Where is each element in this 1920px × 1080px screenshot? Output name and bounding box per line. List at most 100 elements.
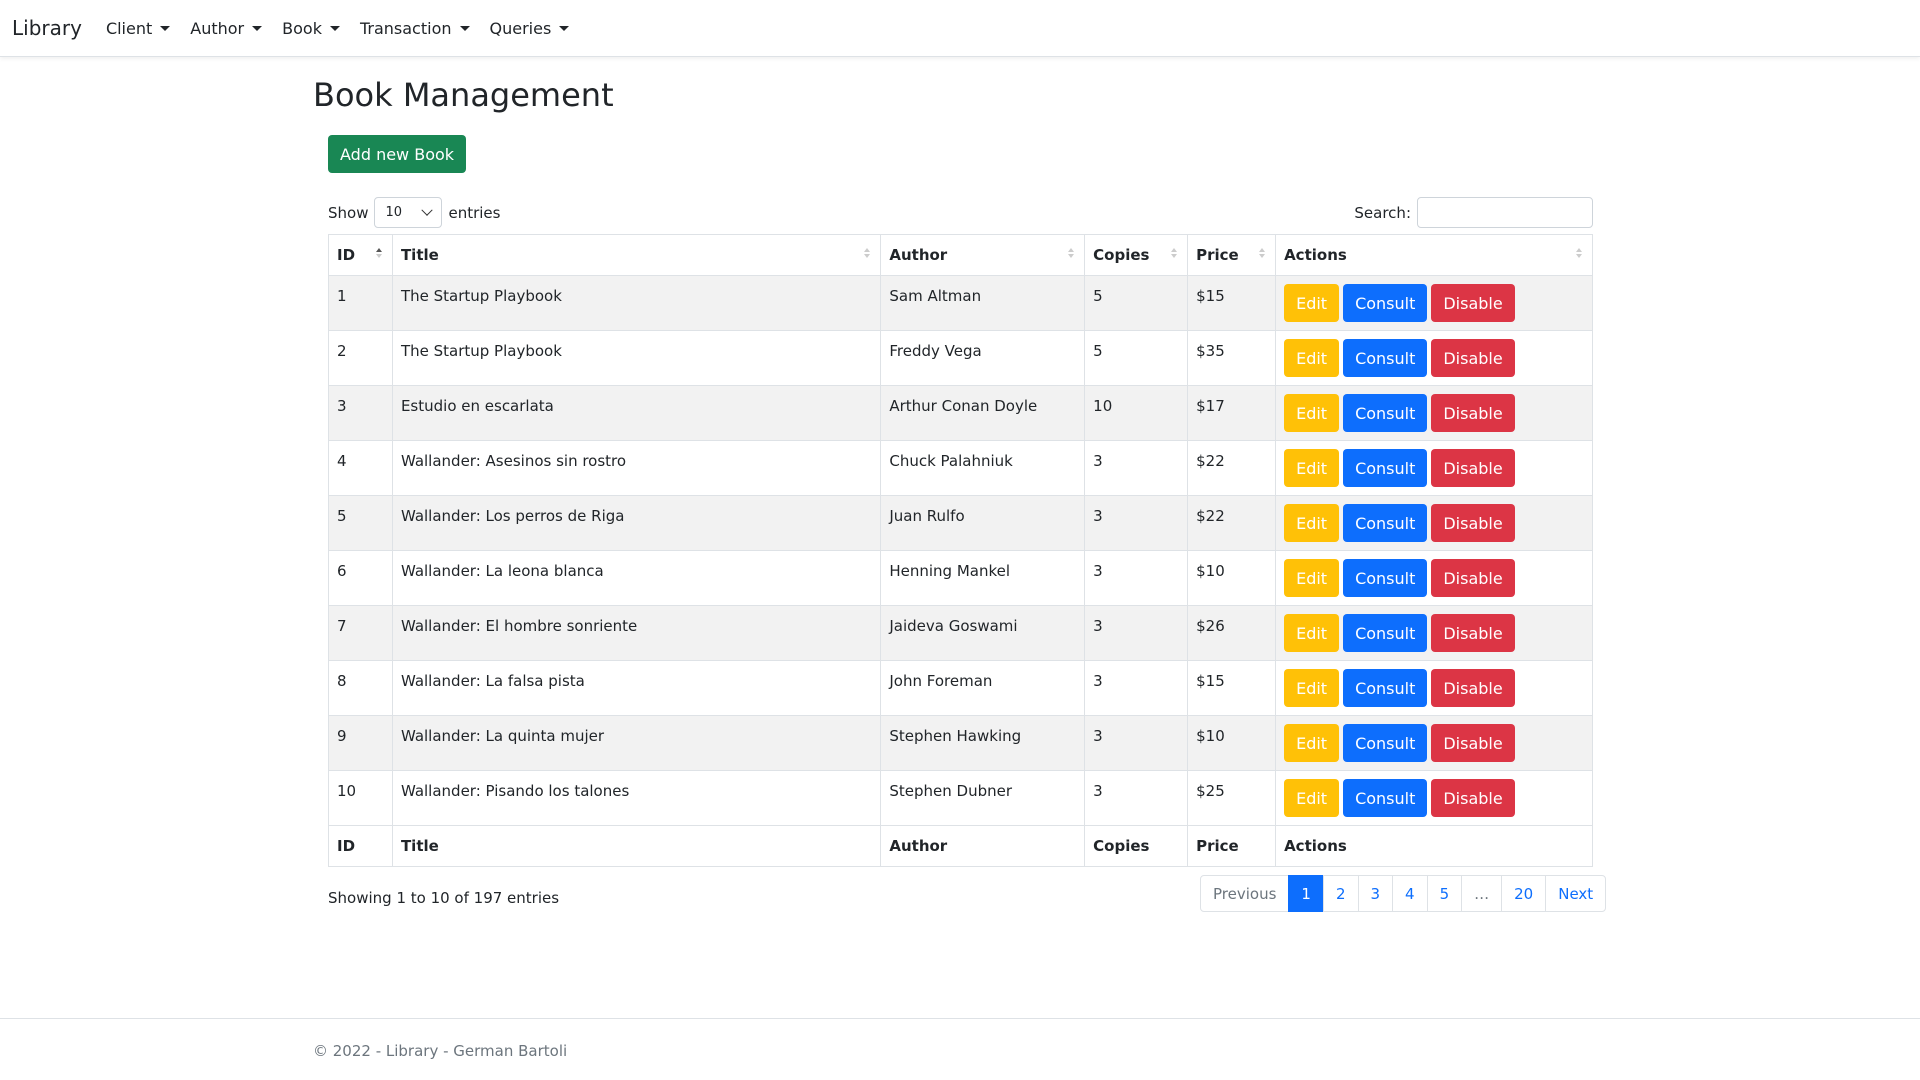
nav-client-dropdown[interactable]: Client — [106, 19, 171, 38]
cell-title: Wallander: La falsa pista — [391, 660, 882, 716]
col-header-author[interactable]: Author — [880, 234, 1086, 276]
col-header-label: Author — [889, 246, 948, 264]
cell-id: 5 — [328, 495, 393, 551]
col-header-id[interactable]: ID — [328, 234, 393, 276]
consult-button[interactable]: Consult — [1343, 449, 1428, 487]
cell-actions: Edit Consult Disable — [1275, 660, 1593, 716]
cell-id: 8 — [328, 660, 393, 716]
cell-copies: 3 — [1084, 550, 1189, 606]
cell-title: Wallander: La quinta mujer — [391, 715, 882, 771]
disable-button[interactable]: Disable — [1431, 559, 1515, 597]
cell-price: $22 — [1187, 440, 1277, 496]
table-row: 7 Wallander: El hombre sonriente Jaideva G… — [328, 605, 1593, 661]
main-content: Book Management Add new Book Show 10 ent… — [313, 57, 1607, 912]
pagination-ellipsis: … — [1461, 875, 1503, 912]
cell-actions: Edit Consult Disable — [1275, 550, 1593, 606]
col-footer-author: Author — [880, 825, 1086, 867]
disable-button[interactable]: Disable — [1431, 724, 1515, 762]
edit-button[interactable]: Edit — [1284, 394, 1340, 432]
table-row: 2 The Startup Playbook Freddy Vega 5 $35 Edit… — [328, 330, 1593, 386]
cell-price: $35 — [1187, 330, 1277, 386]
col-header-price[interactable]: Price — [1187, 234, 1277, 276]
edit-button[interactable]: Edit — [1284, 449, 1340, 487]
table-row: 4 Wallander: Asesinos sin rostro Chuck Pal… — [328, 440, 1593, 496]
col-header-title[interactable]: Title — [391, 234, 882, 276]
disable-button[interactable]: Disable — [1431, 779, 1515, 817]
chevron-down-icon — [421, 204, 434, 216]
books-table: ID Title Author Copies Price Actions 1 Th… — [328, 234, 1593, 867]
disable-button[interactable]: Disable — [1431, 394, 1515, 432]
edit-button[interactable]: Edit — [1284, 504, 1340, 542]
sort-icon — [375, 248, 382, 258]
pagination-page-20[interactable]: 20 — [1501, 875, 1547, 912]
edit-button[interactable]: Edit — [1284, 284, 1340, 322]
col-header-label: Title — [400, 246, 439, 264]
disable-button[interactable]: Disable — [1431, 339, 1515, 377]
consult-button[interactable]: Consult — [1343, 724, 1428, 762]
cell-title: Wallander: Pisando los talones — [391, 770, 882, 826]
disable-button[interactable]: Disable — [1431, 669, 1515, 707]
pagination-page-3[interactable]: 3 — [1357, 875, 1394, 912]
cell-title: Wallander: Los perros de Riga — [391, 495, 882, 551]
cell-id: 7 — [328, 605, 393, 661]
consult-button[interactable]: Consult — [1343, 559, 1428, 597]
pagination-next[interactable]: Next — [1545, 875, 1607, 912]
caret-down-icon — [252, 25, 263, 31]
caret-down-icon — [329, 25, 340, 31]
disable-button[interactable]: Disable — [1431, 284, 1515, 322]
nav-queries-dropdown[interactable]: Queries — [490, 19, 570, 38]
consult-button[interactable]: Consult — [1343, 284, 1428, 322]
cell-author: Sam Altman — [880, 275, 1086, 331]
cell-actions: Edit Consult Disable — [1275, 715, 1593, 771]
col-header-label: Copies — [1093, 246, 1150, 264]
consult-button[interactable]: Consult — [1343, 614, 1428, 652]
consult-button[interactable]: Consult — [1343, 394, 1428, 432]
cell-id: 4 — [328, 440, 393, 496]
cell-id: 2 — [328, 330, 393, 386]
edit-button[interactable]: Edit — [1284, 339, 1340, 377]
col-header-copies[interactable]: Copies — [1084, 234, 1189, 276]
pagination-previous[interactable]: Previous — [1200, 875, 1290, 912]
add-book-button[interactable]: Add new Book — [328, 135, 467, 173]
cell-price: $10 — [1187, 550, 1277, 606]
pagination-page-1[interactable]: 1 — [1288, 875, 1324, 912]
edit-button[interactable]: Edit — [1284, 779, 1340, 817]
cell-author: Juan Rulfo — [880, 495, 1086, 551]
cell-copies: 3 — [1084, 770, 1189, 826]
cell-author: Freddy Vega — [880, 330, 1086, 386]
nav-book-dropdown[interactable]: Book — [282, 19, 340, 38]
caret-down-icon — [160, 25, 171, 31]
page-length-select[interactable]: 10 — [374, 197, 443, 228]
edit-button[interactable]: Edit — [1284, 559, 1340, 597]
navbar-brand[interactable]: Library — [12, 16, 82, 40]
col-footer-price: Price — [1187, 825, 1277, 867]
nav-author-dropdown[interactable]: Author — [190, 19, 263, 38]
disable-button[interactable]: Disable — [1431, 614, 1515, 652]
search-input[interactable] — [1417, 197, 1593, 228]
nav-queries-label: Queries — [489, 18, 552, 38]
consult-button[interactable]: Consult — [1343, 339, 1428, 377]
edit-button[interactable]: Edit — [1284, 724, 1340, 762]
disable-button[interactable]: Disable — [1431, 504, 1515, 542]
pagination-page-5[interactable]: 5 — [1426, 875, 1463, 912]
cell-actions: Edit Consult Disable — [1275, 275, 1593, 331]
cell-price: $25 — [1187, 770, 1277, 826]
edit-button[interactable]: Edit — [1284, 669, 1340, 707]
caret-down-icon — [459, 25, 470, 31]
nav-transaction-dropdown[interactable]: Transaction — [360, 19, 470, 38]
col-header-actions[interactable]: Actions — [1275, 234, 1593, 276]
cell-price: $10 — [1187, 715, 1277, 771]
disable-button[interactable]: Disable — [1431, 449, 1515, 487]
cell-copies: 3 — [1084, 660, 1189, 716]
edit-button[interactable]: Edit — [1284, 614, 1340, 652]
consult-button[interactable]: Consult — [1343, 504, 1428, 542]
pagination-page-2[interactable]: 2 — [1322, 875, 1359, 912]
cell-title: Wallander: La leona blanca — [391, 550, 882, 606]
table-row: 6 Wallander: La leona blanca Henning Manke… — [328, 550, 1593, 606]
cell-author: Stephen Hawking — [880, 715, 1086, 771]
consult-button[interactable]: Consult — [1343, 669, 1428, 707]
search-label: Search: — [1354, 203, 1411, 222]
consult-button[interactable]: Consult — [1343, 779, 1428, 817]
pagination-page-4[interactable]: 4 — [1392, 875, 1428, 912]
cell-author: Jaideva Goswami — [880, 605, 1086, 661]
